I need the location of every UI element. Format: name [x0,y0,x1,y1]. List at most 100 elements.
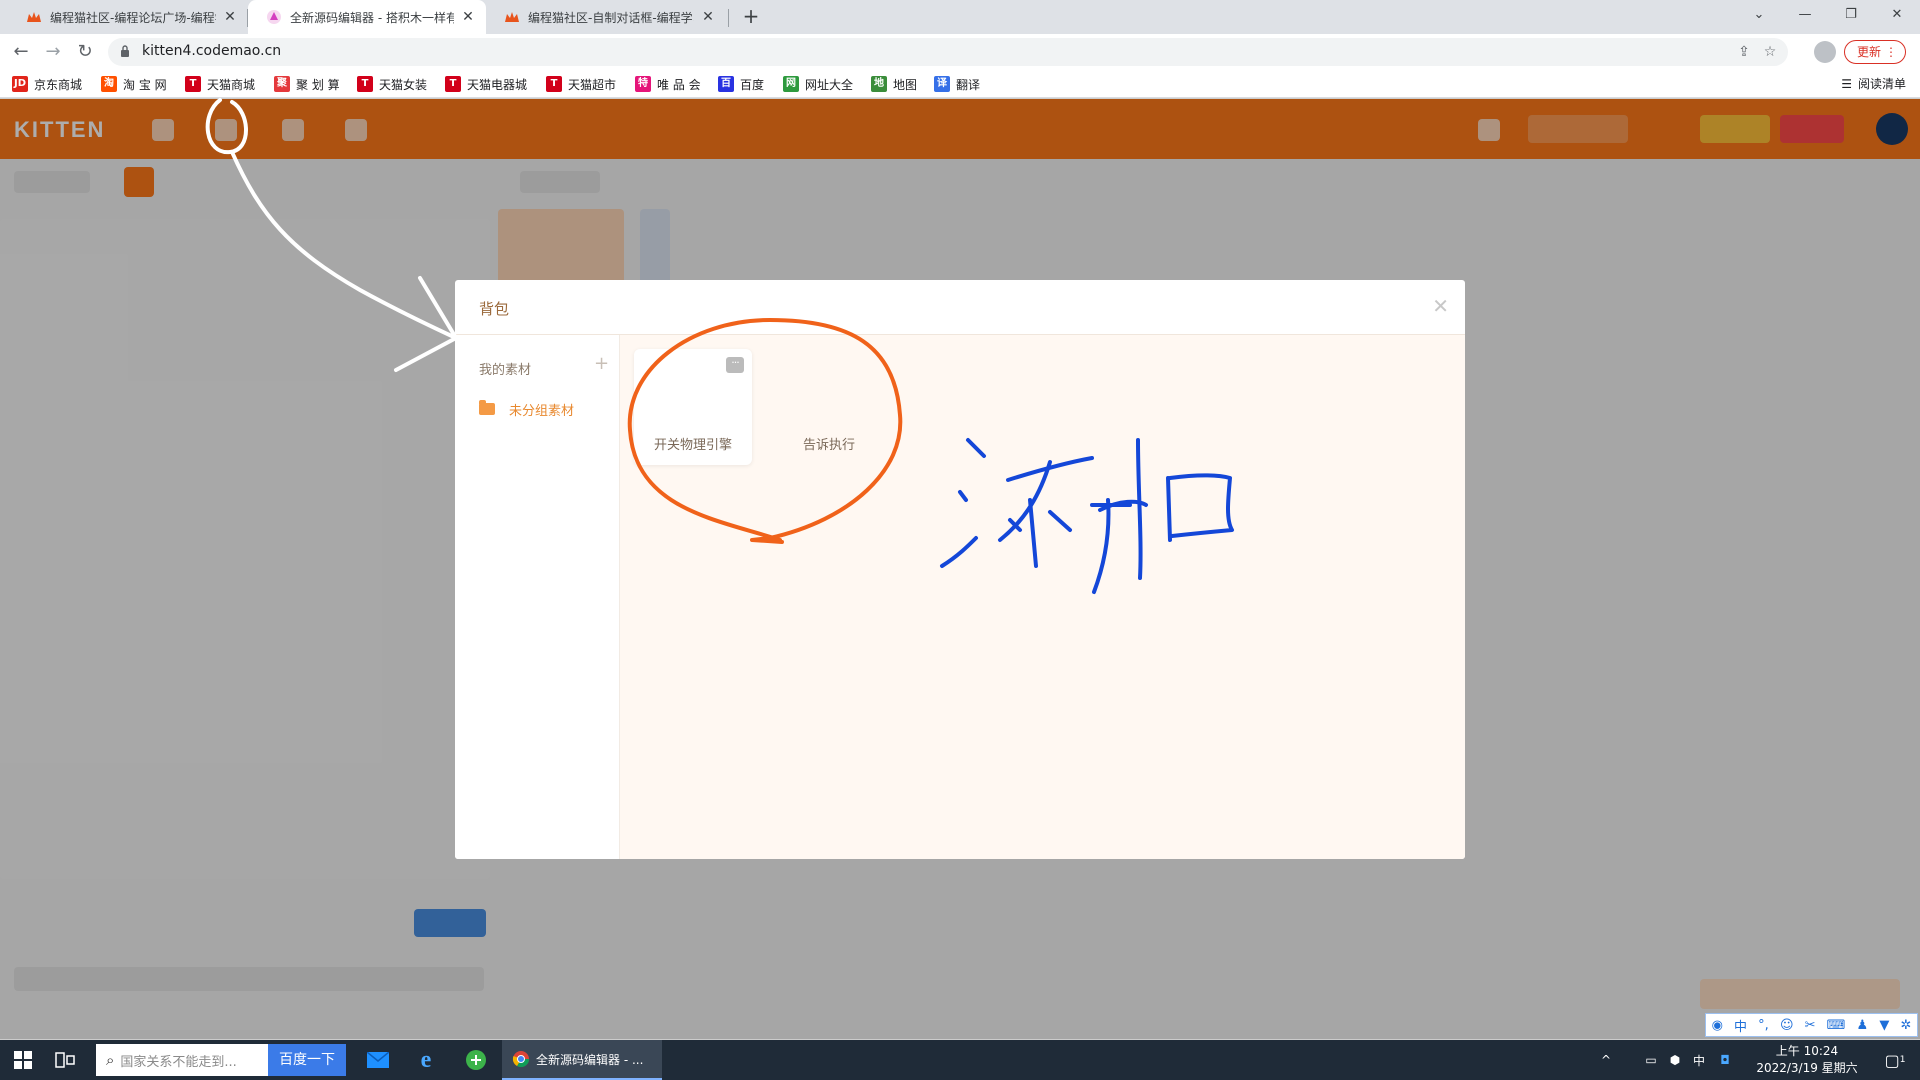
profile-avatar[interactable] [1814,41,1836,63]
bookmark-jd[interactable]: JD 京东商城 [12,75,82,93]
new-tab-button[interactable]: + [738,4,764,30]
taskbar-search-input[interactable]: ⌕ 国家关系不能走到... [96,1044,268,1076]
reload-button[interactable]: ↻ [72,39,98,65]
bookmark-hao123[interactable]: 网网址大全 [783,75,853,93]
bookmark-vip[interactable]: 特唯 品 会 [635,75,701,93]
asset-name: 开关物理引擎 [653,438,732,453]
green-app-icon[interactable] [452,1040,500,1080]
internet-explorer-icon[interactable]: e [402,1040,450,1080]
security-shield-icon[interactable]: ⬢ [1664,1040,1686,1080]
taskbar-clock[interactable]: 上午 10:24 2022/3/19 星期六 [1752,1043,1862,1077]
forward-button[interactable]: → [40,39,66,65]
qq-icon[interactable]: ◘ [1714,1040,1736,1080]
backpack-sidebar: 我的素材 + 未分组素材 [455,335,620,859]
map-icon: 地 [871,76,887,92]
tab-title: 编程猫社区-自制对话框-编程学习 [528,10,694,25]
ime-mode[interactable]: 中 [1734,1016,1747,1035]
tab-codemao-forum[interactable]: 编程猫社区-编程论坛广场-编程学 ✕ [8,0,248,34]
tab-title: 编程猫社区-编程论坛广场-编程学 [50,10,216,25]
bookmark-juhuasuan[interactable]: 聚聚 划 算 [274,75,340,93]
show-hidden-icons-chevron-icon[interactable]: ^ [1594,1040,1618,1080]
baidu-paw-icon: 百 [718,76,734,92]
punctuation-icon[interactable]: °, [1758,1018,1769,1033]
scissors-icon[interactable]: ✂ [1805,1018,1816,1033]
restore-button[interactable]: ❐ [1828,0,1874,30]
user-icon[interactable]: ♟ [1857,1018,1869,1033]
folder-icon [479,400,495,415]
asset-card-physics-toggle[interactable]: ··· 开关物理引擎 [634,349,752,465]
sidebar-item-ungrouped[interactable]: 未分组素材 [455,395,620,423]
ime-logo-icon[interactable]: ◉ [1712,1018,1723,1033]
skin-icon[interactable]: ▼ [1879,1018,1889,1033]
close-icon[interactable]: ✕ [1432,294,1449,318]
taskbar-chrome-window[interactable]: 全新源码编辑器 - ... [502,1040,662,1080]
jd-icon: JD [12,76,28,92]
tmall-icon: T [185,76,201,92]
minimize-button[interactable]: — [1782,0,1828,30]
tab-codemao-dialog[interactable]: 编程猫社区-自制对话框-编程学习 ✕ [486,0,726,34]
my-assets-heading: 我的素材 [479,363,532,378]
share-icon[interactable]: ⇪ [1734,42,1754,62]
close-window-button[interactable]: ✕ [1874,0,1920,30]
translate-icon: 译 [934,76,950,92]
close-tab-icon[interactable]: ✕ [460,9,476,25]
taobao-icon: 淘 [101,76,117,92]
codemao-favicon-icon [504,9,520,25]
modal-header: 背包 ✕ [455,280,1465,335]
ime-toolbar: ◉ 中 °, ☺ ✂ ⌨ ♟ ▼ ✲ [1705,1013,1918,1037]
kitten-favicon-icon [266,9,282,25]
close-tab-icon[interactable]: ✕ [222,9,238,25]
chrome-icon [512,1051,530,1068]
windows-logo-icon [14,1051,32,1069]
bookmark-baidu[interactable]: 百百度 [718,75,764,93]
bookmark-tmall-women[interactable]: T 天猫女装 [357,75,427,93]
backpack-modal: 背包 ✕ 我的素材 + 未分组素材 ··· 开关物理引擎 告诉执行 [455,280,1465,859]
backpack-assets-grid: ··· 开关物理引擎 告诉执行 [620,335,1465,859]
bookmark-tmall-appliance[interactable]: T 天猫电器城 [445,75,527,93]
clock-date: 2022/3/19 星期六 [1756,1061,1858,1075]
bookmark-tmall-market[interactable]: T 天猫超市 [546,75,616,93]
bookmark-translate[interactable]: 译翻译 [934,75,980,93]
close-tab-icon[interactable]: ✕ [700,9,716,25]
update-button[interactable]: 更新 ⋮ [1844,40,1906,64]
modal-title: 背包 [479,300,510,318]
baidu-search-button[interactable]: 百度一下 [268,1044,346,1076]
windows-taskbar: ⌕ 国家关系不能走到... 百度一下 e 全新源码编辑器 - ... ^ ▭ ⬢… [0,1040,1920,1080]
keyboard-icon[interactable]: ⌨ [1827,1018,1846,1033]
vip-icon: 特 [635,76,651,92]
notification-count: 1 [1899,1055,1906,1065]
reading-list-button[interactable]: ☰ 阅读清单 [1841,75,1906,92]
back-button[interactable]: ← [8,39,34,65]
tab-source-editor[interactable]: 全新源码编辑器 - 搭积木一样有趣 ✕ [248,0,486,34]
bookmark-taobao[interactable]: 淘淘 宝 网 [101,75,167,93]
settings-icon[interactable]: ✲ [1900,1018,1911,1033]
sidebar-item-label: 未分组素材 [509,403,575,419]
reading-list-icon: ☰ [1841,76,1852,91]
tab-search-icon[interactable]: ⌄ [1736,0,1782,30]
asset-name: 告诉执行 [802,438,855,453]
tmall-icon: T [445,76,461,92]
network-icon[interactable]: ▭ [1640,1040,1662,1080]
notification-center-icon[interactable]: ▢ 1 [1880,1040,1910,1080]
emoji-icon[interactable]: ☺ [1780,1018,1794,1033]
bookmark-star-icon[interactable]: ☆ [1760,42,1780,62]
start-button[interactable] [0,1040,46,1080]
browser-toolbar: ← → ↻ kitten4.codemao.cn ⇪ ☆ 更新 ⋮ [0,34,1920,70]
bookmark-map[interactable]: 地地图 [871,75,917,93]
bookmark-tmall[interactable]: T 天猫商城 [185,75,255,93]
mail-app-icon[interactable] [354,1040,402,1080]
codemao-favicon-icon [26,9,42,25]
url-text: kitten4.codemao.cn [142,43,282,59]
asset-card-tell-execute[interactable]: 告诉执行 [770,349,888,465]
ime-indicator[interactable]: 中 [1688,1040,1710,1080]
lock-icon [121,45,129,57]
address-bar[interactable]: kitten4.codemao.cn ⇪ ☆ [108,38,1788,66]
more-icon[interactable]: ··· [726,357,744,373]
tmall-icon: T [357,76,373,92]
hao123-icon: 网 [783,76,799,92]
browser-tab-strip: 编程猫社区-编程论坛广场-编程学 ✕ 全新源码编辑器 - 搭积木一样有趣 ✕ 编… [0,0,1920,34]
juhuasuan-icon: 聚 [274,76,290,92]
tab-title: 全新源码编辑器 - 搭积木一样有趣 [290,10,454,25]
add-group-plus-icon[interactable]: + [594,353,609,374]
task-view-icon[interactable] [54,1050,76,1070]
